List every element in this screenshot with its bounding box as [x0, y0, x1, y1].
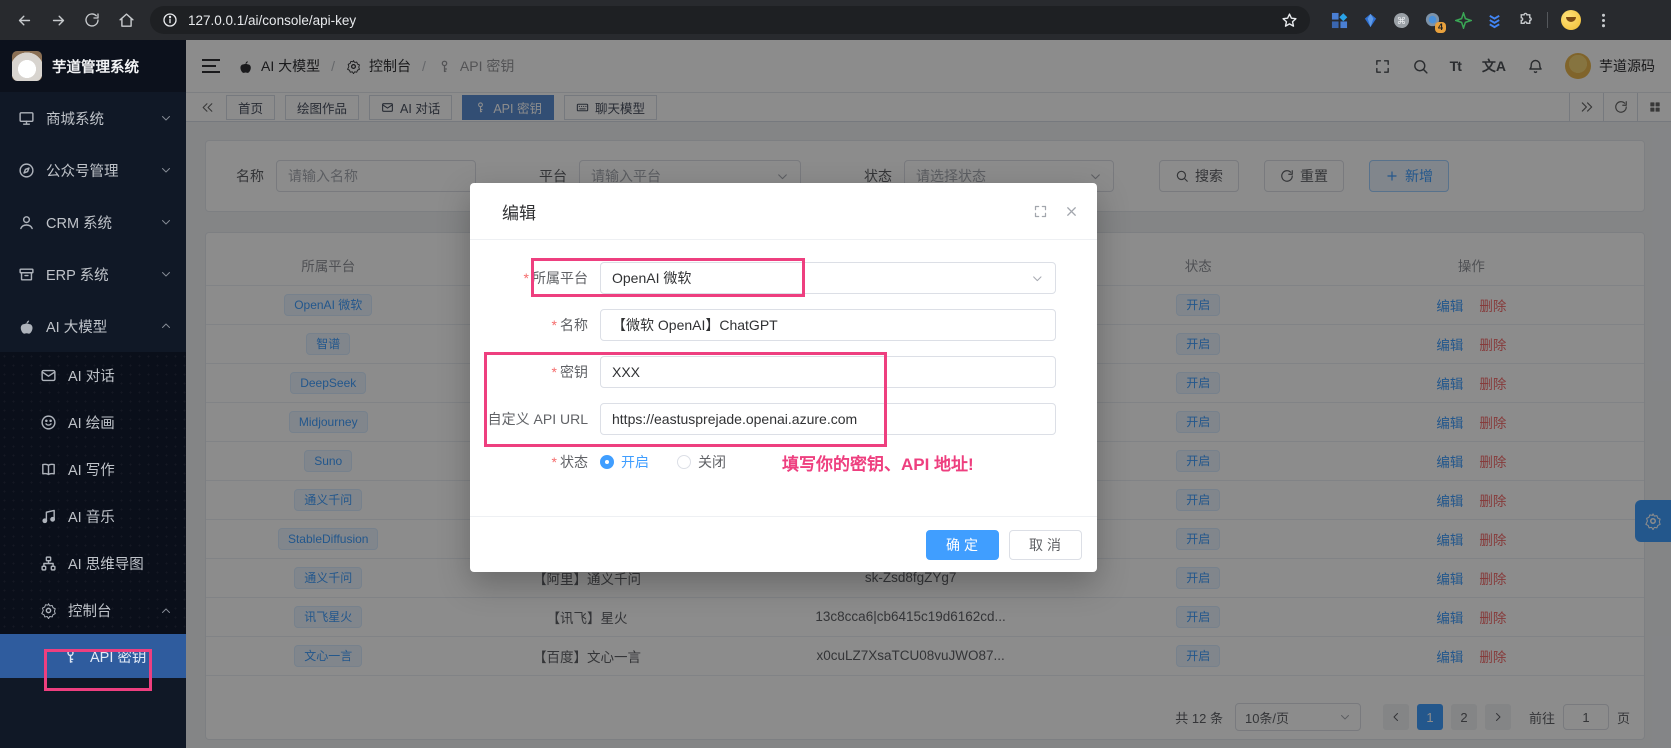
status-field-label: 状态	[560, 454, 588, 470]
dialog-fullscreen-icon[interactable]	[1033, 204, 1048, 219]
platform-select-input[interactable]	[600, 262, 1056, 294]
mail-icon	[40, 367, 57, 384]
sidebar-item-api-key[interactable]: API 密钥	[0, 634, 186, 678]
status-radio-off[interactable]: 关闭	[677, 452, 726, 472]
platform-field-label: 所属平台	[532, 270, 588, 286]
ai-submenu: AI 对话 AI 绘画 AI 写作 AI 音乐 AI 思维导图 控制台	[0, 352, 186, 678]
edit-dialog: 编辑 *所属平台 *名称 *密钥 自定义 API URL	[470, 183, 1097, 572]
status-radio-on[interactable]: 开启	[600, 452, 649, 472]
smile-icon	[40, 414, 57, 431]
app-logo[interactable]: 芋道管理系统	[0, 40, 186, 92]
chevron-up-icon	[160, 605, 172, 617]
extensions-puzzle-icon[interactable]	[1516, 11, 1534, 29]
chevron-down-icon	[1031, 272, 1044, 285]
sidebar-item-crm[interactable]: CRM 系统	[0, 196, 186, 248]
archive-icon	[18, 266, 35, 283]
annotation-text: 填写你的密钥、API 地址!	[782, 450, 974, 475]
reader-icon	[40, 461, 57, 478]
sidebar-item-mall[interactable]: 商城系统	[0, 92, 186, 144]
dialog-header: 编辑	[470, 183, 1097, 240]
browser-toolbar: 127.0.0.1/ai/console/api-key ⌘ 4	[0, 0, 1671, 40]
platform-select-value[interactable]	[612, 270, 1031, 286]
extension-icon-3[interactable]: ⌘	[1392, 11, 1410, 29]
chevron-up-icon	[160, 320, 172, 332]
extension-strip: ⌘ 4	[1330, 10, 1612, 30]
extension-icon-4[interactable]: 4	[1423, 11, 1441, 29]
radio-dot	[600, 455, 614, 469]
name-field-input[interactable]	[600, 309, 1056, 341]
url-text: 127.0.0.1/ai/console/api-key	[188, 13, 356, 28]
confirm-button[interactable]: 确定	[926, 530, 999, 560]
browser-back-icon[interactable]	[10, 6, 38, 34]
sidebar-item-ai-music[interactable]: AI 音乐	[0, 493, 186, 540]
dialog-title: 编辑	[502, 199, 536, 224]
close-icon[interactable]	[1064, 204, 1079, 219]
sidebar-item-ai-mindmap[interactable]: AI 思维导图	[0, 540, 186, 587]
radio-dot	[677, 455, 691, 469]
chevron-down-icon	[160, 216, 172, 228]
form-row-api-url: 自定义 API URL	[470, 403, 1097, 435]
api-url-field-input[interactable]	[600, 403, 1056, 435]
key-field-input[interactable]	[600, 356, 1056, 388]
apple-icon	[18, 318, 35, 335]
sidebar-item-ai-writing[interactable]: AI 写作	[0, 446, 186, 493]
form-row-name: *名称	[470, 309, 1097, 341]
dialog-body: *所属平台 *名称 *密钥 自定义 API URL *状态	[470, 240, 1097, 474]
browser-profile-avatar[interactable]	[1561, 10, 1581, 30]
extension-icon-6[interactable]	[1485, 11, 1503, 29]
sidebar-menu: 商城系统 公众号管理 CRM 系统 ERP 系统 AI 大模型 AI 对话	[0, 92, 186, 748]
chevron-down-icon	[160, 268, 172, 280]
form-row-platform: *所属平台	[470, 262, 1097, 294]
sidebar-item-official-account[interactable]: 公众号管理	[0, 144, 186, 196]
sidebar-item-ai-models[interactable]: AI 大模型	[0, 300, 186, 352]
sidebar-item-ai-paint[interactable]: AI 绘画	[0, 399, 186, 446]
extension-icon-1[interactable]	[1330, 11, 1348, 29]
name-field-label: 名称	[560, 317, 588, 333]
site-info-icon[interactable]	[162, 12, 178, 28]
gear-icon	[40, 602, 57, 619]
sidebar-item-ai-chat[interactable]: AI 对话	[0, 352, 186, 399]
key-field-label: 密钥	[560, 364, 588, 380]
sidebar-item-console[interactable]: 控制台	[0, 587, 186, 634]
browser-home-icon[interactable]	[112, 6, 140, 34]
browser-forward-icon[interactable]	[44, 6, 72, 34]
cancel-button[interactable]: 取消	[1009, 530, 1082, 560]
svg-text:⌘: ⌘	[1396, 15, 1405, 26]
address-bar[interactable]: 127.0.0.1/ai/console/api-key	[150, 6, 1310, 34]
chevron-down-icon	[160, 112, 172, 124]
dialog-footer: 确定 取消	[470, 516, 1097, 572]
mall-icon	[18, 110, 35, 127]
app-title: 芋道管理系统	[52, 56, 139, 77]
extension-badge: 4	[1435, 22, 1446, 33]
user-icon	[18, 214, 35, 231]
logo-rabbit-image	[12, 51, 42, 81]
sidebar: 芋道管理系统 商城系统 公众号管理 CRM 系统 ERP 系统 AI 大模型	[0, 40, 186, 748]
extension-icon-5[interactable]	[1454, 11, 1472, 29]
music-icon	[40, 508, 57, 525]
form-row-key: *密钥	[470, 356, 1097, 388]
sidebar-item-erp[interactable]: ERP 系统	[0, 248, 186, 300]
chevron-down-icon	[160, 164, 172, 176]
mindmap-icon	[40, 555, 57, 572]
browser-menu-kebab-icon[interactable]	[1594, 11, 1612, 29]
url-field-label: 自定义 API URL	[488, 411, 588, 427]
form-row-status: *状态 开启 关闭 填写你的密钥、API 地址!	[470, 450, 1097, 474]
toolbar-separator	[1547, 12, 1548, 28]
extension-icon-2[interactable]	[1361, 11, 1379, 29]
compass-icon	[18, 162, 35, 179]
browser-refresh-icon[interactable]	[78, 6, 106, 34]
key-icon	[62, 648, 79, 665]
bookmark-star-icon[interactable]	[1281, 12, 1298, 29]
